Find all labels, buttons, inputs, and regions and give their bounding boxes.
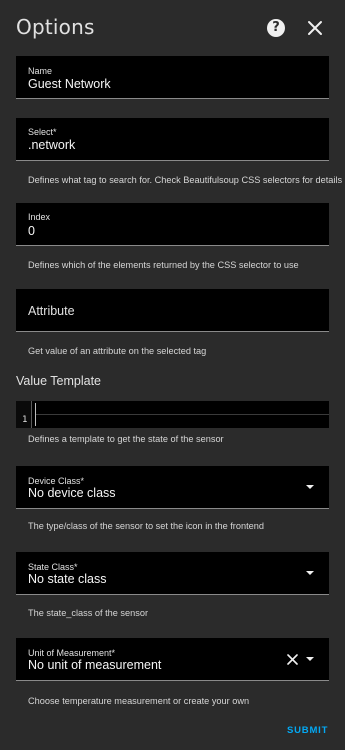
submit-button[interactable]: SUBMIT	[287, 725, 328, 736]
attribute-field-helper: Get value of an attribute on the selecte…	[28, 346, 207, 356]
device-class-select[interactable]: Device Class* No device class	[16, 466, 329, 509]
chevron-down-icon[interactable]	[306, 657, 314, 661]
attribute-field[interactable]: Attribute	[16, 289, 329, 332]
index-field-helper: Defines which of the elements returned b…	[28, 260, 299, 270]
device-class-helper: The type/class of the sensor to set the …	[28, 521, 264, 531]
chevron-down-icon[interactable]	[306, 485, 314, 489]
select-field[interactable]: Select* .network	[16, 118, 329, 161]
value-template-helper: Defines a template to get the state of t…	[28, 434, 224, 444]
unit-of-measurement-label: Unit of Measurement*	[28, 648, 116, 658]
unit-of-measurement-select[interactable]: Unit of Measurement* No unit of measurem…	[16, 638, 329, 681]
editor-line-divider	[36, 414, 329, 415]
value-template-title: Value Template	[16, 374, 102, 388]
select-field-value[interactable]: .network	[28, 138, 75, 152]
state-class-helper: The state_class of the sensor	[28, 608, 149, 618]
close-icon[interactable]	[307, 20, 323, 36]
device-class-label: Device Class*	[28, 476, 85, 486]
clear-icon[interactable]	[287, 654, 298, 665]
help-icon[interactable]: ?	[267, 19, 285, 37]
dialog-title: Options	[16, 15, 95, 39]
name-field-value[interactable]: Guest Network	[28, 77, 111, 91]
unit-of-measurement-helper: Choose temperature measurement or create…	[28, 696, 250, 706]
state-class-value[interactable]: No state class	[28, 572, 107, 586]
state-class-label: State Class*	[28, 562, 78, 572]
dialog-header: Options ?	[0, 0, 345, 56]
select-field-helper: Defines what tag to search for. Check Be…	[28, 175, 343, 185]
name-field[interactable]: Name Guest Network	[16, 56, 329, 99]
chevron-down-icon[interactable]	[306, 571, 314, 575]
index-field-value[interactable]: 0	[28, 224, 35, 238]
line-number: 1	[22, 415, 28, 425]
value-template-editor[interactable]: 1	[16, 401, 329, 428]
unit-of-measurement-value[interactable]: No unit of measurement	[28, 658, 161, 672]
attribute-field-placeholder[interactable]: Attribute	[28, 304, 75, 318]
index-field[interactable]: Index 0	[16, 203, 329, 246]
select-field-label: Select*	[28, 127, 57, 137]
name-field-label: Name	[28, 66, 53, 76]
device-class-value[interactable]: No device class	[28, 486, 116, 500]
state-class-select[interactable]: State Class* No state class	[16, 552, 329, 595]
options-dialog: Options ? Name Guest Network Select* .ne…	[0, 0, 345, 750]
editor-gutter: 1	[16, 401, 32, 428]
index-field-label: Index	[28, 212, 51, 222]
